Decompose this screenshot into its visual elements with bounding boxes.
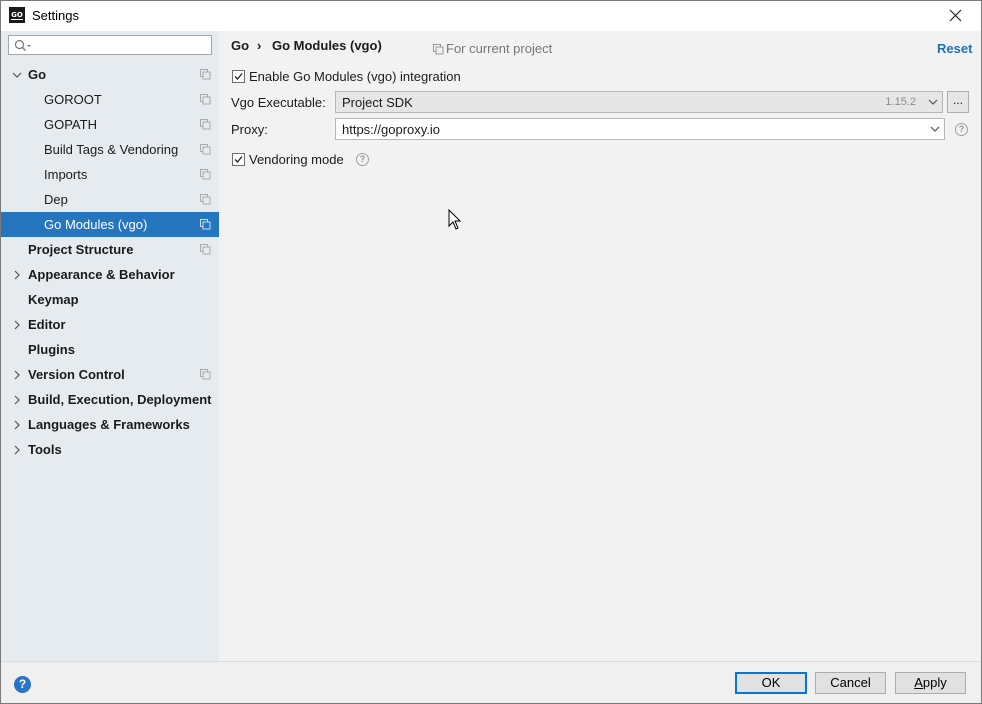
tree-item-label: Go bbox=[28, 67, 47, 82]
vendoring-help-icon[interactable]: ? bbox=[356, 153, 369, 166]
window-title: Settings bbox=[32, 8, 79, 23]
sdk-version: 1.15.2 bbox=[885, 96, 916, 108]
tree-item-label: Plugins bbox=[28, 342, 75, 357]
search-input[interactable] bbox=[8, 35, 212, 55]
tree-item-label: Project Structure bbox=[28, 242, 134, 257]
vendoring-mode-checkbox[interactable] bbox=[232, 153, 245, 166]
tree-item-tools[interactable]: Tools bbox=[1, 437, 219, 462]
tree-item-label: Languages & Frameworks bbox=[28, 417, 190, 432]
chevron-down-icon bbox=[928, 99, 938, 105]
tree-item-editor[interactable]: Editor bbox=[1, 312, 219, 337]
checkmark-icon bbox=[234, 156, 243, 163]
reset-link[interactable]: Reset bbox=[937, 41, 972, 56]
chevron-right-icon bbox=[14, 420, 20, 430]
cancel-button[interactable]: Cancel bbox=[815, 672, 886, 694]
tree-item-label: Tools bbox=[28, 442, 62, 457]
enable-vgo-checkbox[interactable] bbox=[232, 70, 245, 83]
tree-item-languages-frameworks[interactable]: Languages & Frameworks bbox=[1, 412, 219, 437]
chevron-right-icon bbox=[14, 320, 20, 330]
tree-item-appearance-behavior[interactable]: Appearance & Behavior bbox=[1, 262, 219, 287]
settings-window: GO Settings Go GOROOT GOPATH Build Tags … bbox=[0, 0, 982, 704]
enable-vgo-label: Enable Go Modules (vgo) integration bbox=[249, 69, 461, 84]
project-scope-icon bbox=[200, 194, 211, 205]
title-bar: GO Settings bbox=[1, 1, 981, 31]
apply-label-rest: pply bbox=[922, 675, 947, 690]
help-button[interactable]: ? bbox=[14, 676, 31, 693]
breadcrumb-separator: › bbox=[257, 38, 262, 53]
vgo-executable-value: Project SDK bbox=[342, 95, 413, 110]
tree-item-label: Keymap bbox=[28, 292, 79, 307]
dialog-footer: ? OK Cancel Apply bbox=[1, 661, 981, 703]
apply-mnemonic: A bbox=[914, 675, 923, 690]
chevron-right-icon bbox=[14, 270, 20, 280]
project-scope-icon bbox=[200, 369, 211, 380]
project-scope-icon bbox=[433, 44, 444, 55]
tree-item-keymap[interactable]: Keymap bbox=[1, 287, 219, 312]
proxy-label: Proxy: bbox=[231, 122, 268, 137]
chevron-right-icon bbox=[14, 395, 20, 405]
goland-app-icon: GO bbox=[9, 7, 25, 23]
apply-button[interactable]: Apply bbox=[895, 672, 966, 694]
tree-item-goroot[interactable]: GOROOT bbox=[1, 87, 219, 112]
tree-item-build-execution-deployment[interactable]: Build, Execution, Deployment bbox=[1, 387, 219, 412]
tree-item-dep[interactable]: Dep bbox=[1, 187, 219, 212]
project-scope-icon bbox=[200, 219, 211, 230]
tree-item-label: Version Control bbox=[28, 367, 125, 382]
chevron-right-icon bbox=[14, 370, 20, 380]
checkmark-icon bbox=[234, 73, 243, 80]
tree-item-label: Editor bbox=[28, 317, 66, 332]
tree-item-label: Go Modules (vgo) bbox=[44, 217, 148, 232]
tree-item-plugins[interactable]: Plugins bbox=[1, 337, 219, 362]
proxy-field[interactable]: https://goproxy.io bbox=[335, 118, 945, 140]
tree-item-label: Build, Execution, Deployment bbox=[28, 392, 212, 407]
scope-note: For current project bbox=[446, 41, 553, 56]
breadcrumb-parent[interactable]: Go bbox=[231, 38, 249, 53]
search-icon bbox=[14, 39, 31, 51]
close-icon bbox=[949, 9, 962, 22]
project-scope-icon bbox=[200, 144, 211, 155]
tree-item-go[interactable]: Go bbox=[1, 62, 219, 87]
tree-item-imports[interactable]: Imports bbox=[1, 162, 219, 187]
project-scope-icon bbox=[200, 69, 211, 80]
mouse-cursor-icon bbox=[448, 209, 462, 230]
tree-item-project-structure[interactable]: Project Structure bbox=[1, 237, 219, 262]
settings-sidebar: Go GOROOT GOPATH Build Tags & Vendoring … bbox=[1, 31, 219, 661]
project-scope-icon bbox=[200, 119, 211, 130]
page-title: Go Modules (vgo) bbox=[272, 38, 382, 53]
project-scope-icon bbox=[200, 169, 211, 180]
tree-item-label: GOROOT bbox=[44, 92, 102, 107]
tree-item-label: Imports bbox=[44, 167, 88, 182]
tree-item-go-modules[interactable]: Go Modules (vgo) bbox=[1, 212, 219, 237]
proxy-value: https://goproxy.io bbox=[342, 122, 441, 137]
vgo-executable-select[interactable]: Project SDK 1.15.2 bbox=[335, 91, 943, 113]
tree-item-build-tags[interactable]: Build Tags & Vendoring bbox=[1, 137, 219, 162]
proxy-help-icon[interactable]: ? bbox=[955, 123, 968, 136]
tree-item-version-control[interactable]: Version Control bbox=[1, 362, 219, 387]
tree-item-label: GOPATH bbox=[44, 117, 97, 132]
tree-item-label: Build Tags & Vendoring bbox=[44, 142, 179, 157]
ok-button[interactable]: OK bbox=[735, 672, 807, 694]
tree-item-label: Dep bbox=[44, 192, 68, 207]
project-scope-icon bbox=[200, 244, 211, 255]
chevron-down-icon bbox=[12, 72, 22, 78]
chevron-right-icon bbox=[14, 445, 20, 455]
close-button[interactable] bbox=[941, 3, 971, 29]
vgo-executable-label: Vgo Executable: bbox=[231, 95, 326, 110]
tree-item-gopath[interactable]: GOPATH bbox=[1, 112, 219, 137]
browse-executable-button[interactable]: ... bbox=[947, 91, 969, 113]
chevron-down-icon bbox=[930, 126, 940, 132]
project-scope-icon bbox=[200, 94, 211, 105]
vendoring-mode-label: Vendoring mode bbox=[249, 152, 344, 167]
tree-item-label: Appearance & Behavior bbox=[28, 267, 175, 282]
